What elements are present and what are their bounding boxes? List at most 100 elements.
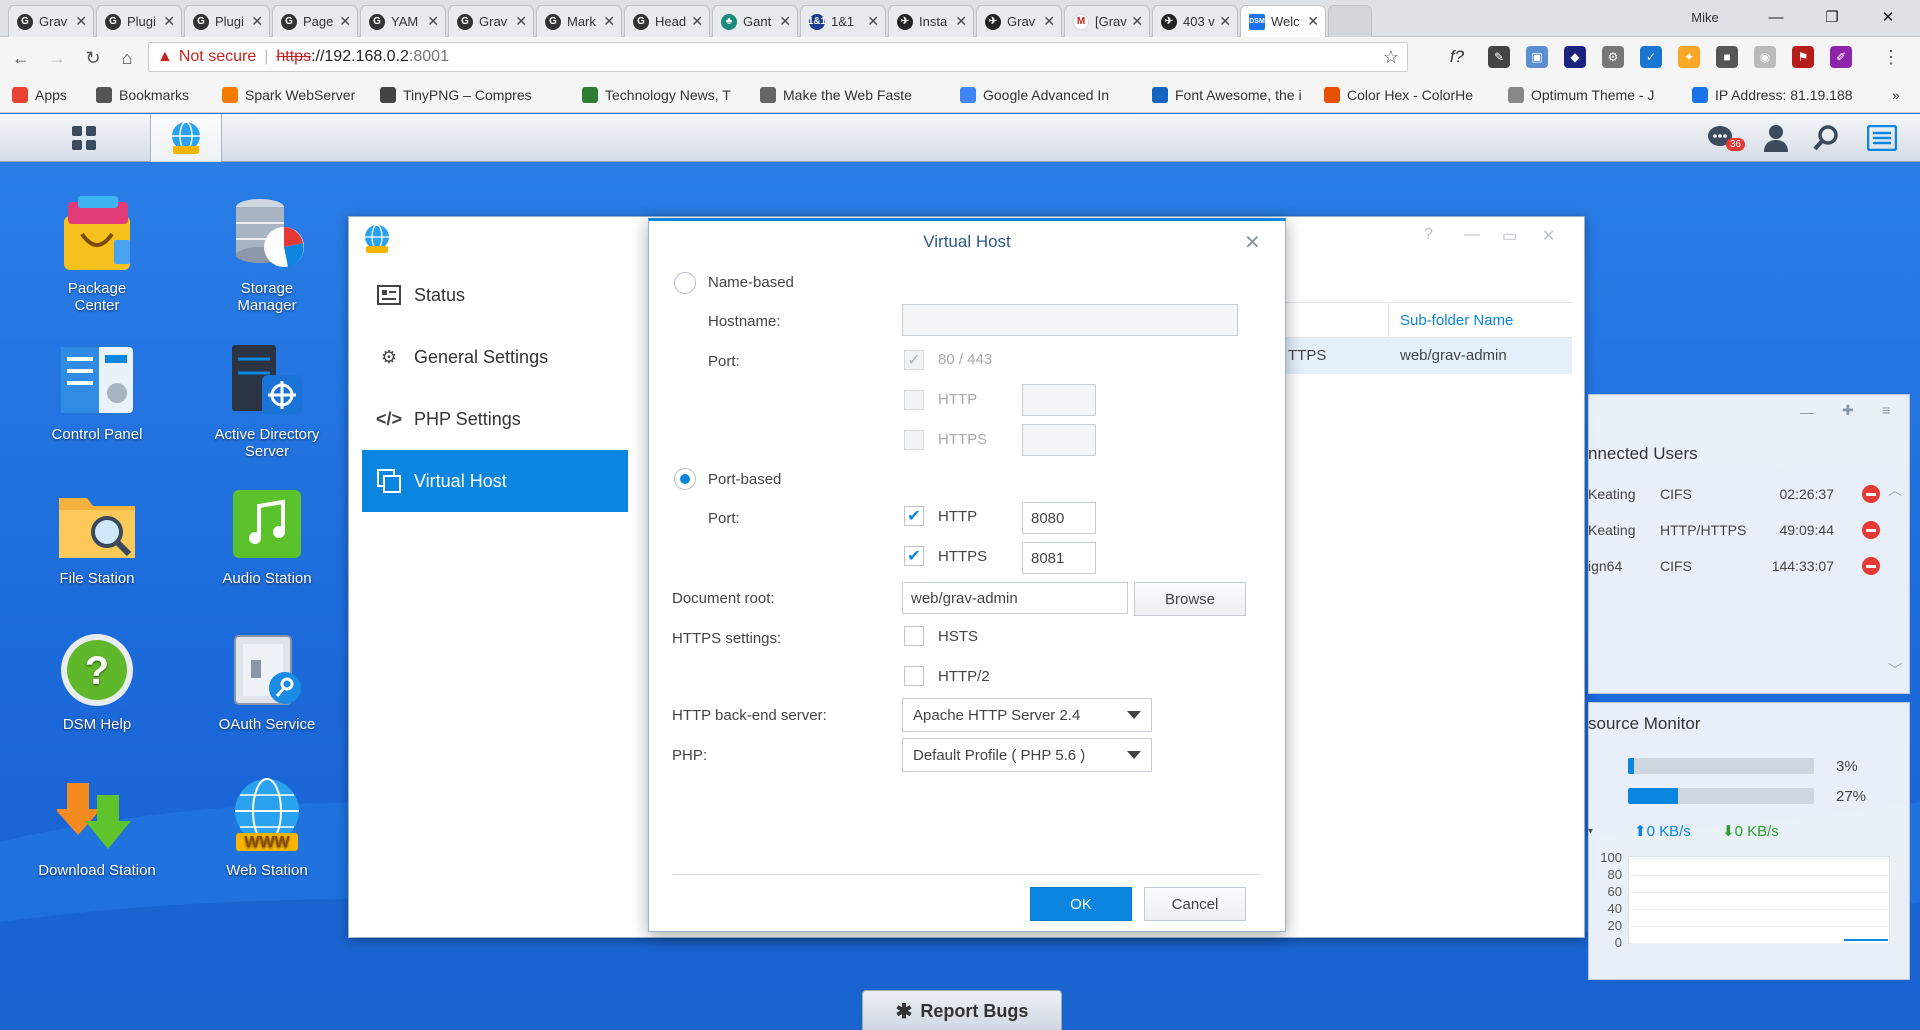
tab-close-icon[interactable]: ✕: [515, 13, 527, 30]
report-bugs-button[interactable]: ✱ Report Bugs: [862, 990, 1062, 1030]
browser-tab[interactable]: G Plugi ✕: [184, 5, 270, 37]
bookmark-item[interactable]: Bookmarks: [96, 84, 189, 106]
tab-close-icon[interactable]: ✕: [1307, 13, 1319, 30]
bookmark-item[interactable]: Apps: [12, 84, 67, 106]
maximize-window-icon[interactable]: ▭: [1502, 226, 1517, 246]
dsm-help-shortcut[interactable]: ? DSM Help: [12, 630, 182, 733]
mask-extension-icon[interactable]: ◆: [1564, 46, 1586, 68]
tab-close-icon[interactable]: ✕: [163, 13, 175, 30]
restore-icon[interactable]: ❐: [1804, 0, 1860, 34]
widget-menu-icon[interactable]: ≡: [1882, 402, 1890, 418]
sidebar-item-general-settings[interactable]: ⚙ General Settings: [362, 326, 628, 388]
kick-user-icon[interactable]: [1862, 521, 1880, 539]
bookmark-item[interactable]: Optimum Theme - J: [1508, 84, 1654, 106]
hsts-checkbox[interactable]: [904, 626, 924, 646]
user-icon[interactable]: [1752, 114, 1800, 162]
tab-close-icon[interactable]: ✕: [867, 13, 879, 30]
http-port-input-disabled[interactable]: [1022, 384, 1096, 416]
browser-tab[interactable]: G Grav ✕: [448, 5, 534, 37]
sidebar-item-status[interactable]: Status: [362, 264, 628, 326]
kick-user-icon[interactable]: [1862, 485, 1880, 503]
bookmark-item[interactable]: Color Hex - ColorHe: [1324, 84, 1473, 106]
widget-collapse-icon[interactable]: —: [1800, 404, 1814, 420]
port-based-radio[interactable]: [674, 468, 696, 490]
http2-checkbox[interactable]: [904, 666, 924, 686]
hostname-input[interactable]: [902, 304, 1238, 336]
window-extension-icon[interactable]: ▣: [1526, 46, 1548, 68]
tab-close-icon[interactable]: ✕: [339, 13, 351, 30]
home-icon[interactable]: ⌂: [114, 46, 140, 70]
download-station-shortcut[interactable]: Download Station: [12, 776, 182, 879]
browser-tab[interactable]: ♣ Gant ✕: [712, 5, 798, 37]
bulb-extension-icon[interactable]: ✦: [1678, 46, 1700, 68]
browser-tab[interactable]: G Head ✕: [624, 5, 710, 37]
https-checkbox[interactable]: ✔: [904, 546, 924, 566]
close-window-icon[interactable]: ✕: [1860, 0, 1916, 34]
browse-button[interactable]: Browse: [1134, 582, 1246, 616]
tab-close-icon[interactable]: ✕: [603, 13, 615, 30]
square-extension-icon[interactable]: ■: [1716, 46, 1738, 68]
bookmark-item[interactable]: TinyPNG – Compres: [380, 84, 532, 106]
tab-close-icon[interactable]: ✕: [75, 13, 87, 30]
search-icon[interactable]: [1802, 114, 1850, 162]
bookmarks-overflow-icon[interactable]: »: [1892, 84, 1900, 106]
main-menu-icon[interactable]: [48, 114, 120, 162]
oauth-service-shortcut[interactable]: OAuth Service: [182, 630, 352, 733]
profile-name[interactable]: Mike: [1672, 6, 1738, 28]
scroll-up-icon[interactable]: ︿: [1888, 480, 1902, 500]
tab-close-icon[interactable]: ✕: [427, 13, 439, 30]
sidebar-item-virtual-host[interactable]: Virtual Host: [362, 450, 628, 512]
backend-server-select[interactable]: Apache HTTP Server 2.4: [902, 698, 1152, 732]
default-port-checkbox[interactable]: ✓: [904, 350, 924, 370]
http-checkbox[interactable]: ✔: [904, 506, 924, 526]
bookmark-star-icon[interactable]: ☆: [1383, 47, 1399, 68]
kick-user-icon[interactable]: [1862, 557, 1880, 575]
tab-close-icon[interactable]: ✕: [1043, 13, 1055, 30]
document-root-input[interactable]: web/grav-admin: [902, 582, 1128, 614]
bookmark-item[interactable]: Make the Web Faste: [760, 84, 912, 106]
cancel-button[interactable]: Cancel: [1144, 887, 1246, 921]
browser-tab[interactable]: G Page ✕: [272, 5, 358, 37]
https-checkbox-disabled[interactable]: [904, 430, 924, 450]
tab-close-icon[interactable]: ✕: [955, 13, 967, 30]
subfolder-column-header[interactable]: Sub-folder Name: [1400, 312, 1513, 329]
expand-caret-icon[interactable]: ▾: [1588, 826, 1593, 837]
list-item[interactable]: Keating HTTP/HTTPS 49:09:44: [1588, 521, 1888, 546]
settings-extension-icon[interactable]: ⚙: [1602, 46, 1624, 68]
bookmark-item[interactable]: Technology News, T: [582, 84, 731, 106]
minimize-window-icon[interactable]: —: [1464, 226, 1480, 244]
web-station-shortcut[interactable]: WWW Web Station: [182, 776, 352, 879]
help-window-icon[interactable]: ?: [1424, 226, 1433, 244]
http-checkbox-disabled[interactable]: [904, 390, 924, 410]
close-main-window-icon[interactable]: ✕: [1542, 226, 1555, 246]
sidebar-item-php-settings[interactable]: </> PHP Settings: [362, 388, 628, 450]
pen-extension-icon[interactable]: ✐: [1830, 46, 1852, 68]
camera-extension-icon[interactable]: ◉: [1754, 46, 1776, 68]
browser-tab[interactable]: DSM Welc ✕: [1240, 5, 1326, 37]
storage-manager-shortcut[interactable]: Storage Manager: [182, 194, 352, 314]
flag-extension-icon[interactable]: ⚑: [1792, 46, 1814, 68]
package-center-shortcut[interactable]: Package Center: [12, 194, 182, 314]
active-directory-shortcut[interactable]: Active Directory Server: [182, 340, 352, 460]
name-based-radio[interactable]: [674, 272, 696, 294]
php-profile-select[interactable]: Default Profile ( PHP 5.6 ): [902, 738, 1152, 772]
file-station-shortcut[interactable]: File Station: [12, 484, 182, 587]
tab-close-icon[interactable]: ✕: [1131, 13, 1143, 30]
tab-close-icon[interactable]: ✕: [779, 13, 791, 30]
ok-button[interactable]: OK: [1030, 887, 1132, 921]
https-port-input-disabled[interactable]: [1022, 424, 1096, 456]
eyedropper-extension-icon[interactable]: ✎: [1488, 46, 1510, 68]
menu-icon[interactable]: ⋮: [1880, 46, 1902, 68]
check-extension-icon[interactable]: ✓: [1640, 46, 1662, 68]
browser-tab[interactable]: G Plugi ✕: [96, 5, 182, 37]
forward-icon[interactable]: →: [44, 46, 70, 70]
bookmark-item[interactable]: Spark WebServer: [222, 84, 355, 106]
tab-close-icon[interactable]: ✕: [1219, 13, 1231, 30]
reload-icon[interactable]: ↻: [80, 46, 106, 70]
bookmark-item[interactable]: Font Awesome, the i: [1152, 84, 1302, 106]
new-tab-button[interactable]: [1328, 5, 1372, 37]
browser-tab[interactable]: G YAM ✕: [360, 5, 446, 37]
back-icon[interactable]: ←: [8, 46, 34, 70]
notifications-icon[interactable]: 36: [1698, 114, 1746, 162]
list-item[interactable]: ign64 CIFS 144:33:07: [1588, 557, 1888, 582]
